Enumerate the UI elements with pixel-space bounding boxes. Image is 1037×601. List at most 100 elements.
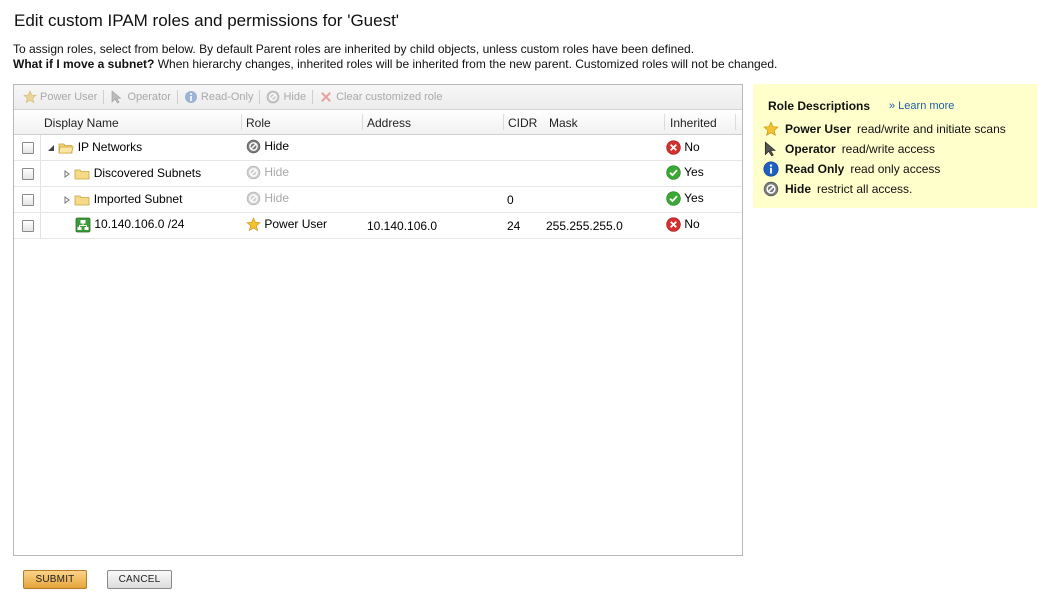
table-row[interactable]: Imported Subnet Hide 0 Yes — [14, 187, 742, 213]
hide-icon — [246, 192, 261, 206]
name-cell: IP Networks — [47, 140, 142, 155]
page-title: Edit custom IPAM roles and permissions f… — [14, 11, 400, 30]
row-cidr: 24 — [507, 219, 521, 233]
table-row[interactable]: 10.140.106.0 /24 Power User 10.140.106.0… — [14, 213, 742, 239]
toolbar-clear-button[interactable]: Clear customized role — [315, 90, 446, 104]
inherited-cell: No — [666, 217, 700, 233]
row-checkbox[interactable] — [22, 142, 34, 154]
cursor-icon — [764, 141, 776, 157]
toolbar-power-user-label: Power User — [40, 91, 98, 103]
expand-arrow-icon[interactable] — [63, 169, 71, 178]
intro-answer: When hierarchy changes, inherited roles … — [154, 57, 778, 71]
role-descriptions-title: Role Descriptions — [768, 99, 871, 113]
toolbar-clear-label: Clear customized role — [336, 91, 443, 103]
role-desc: read/write and initiate scans — [857, 122, 1006, 136]
table-row[interactable]: Discovered Subnets Hide Yes — [14, 161, 742, 187]
row-inherited: Yes — [684, 191, 704, 205]
star-icon — [763, 121, 779, 137]
toolbar-read-only-label: Read-Only — [200, 91, 254, 103]
intro-text: To assign roles, select from below. By d… — [13, 42, 777, 72]
role-cell[interactable]: Hide — [246, 139, 289, 154]
check-icon — [666, 191, 681, 207]
subnet-icon — [75, 217, 91, 233]
column-divider — [362, 114, 363, 130]
row-name: Discovered Subnets — [93, 166, 202, 180]
role-cell[interactable]: Hide — [246, 165, 289, 180]
role-desc-power-user: Power User read/write and initiate scans — [763, 121, 1006, 137]
inherited-cell: Yes — [666, 191, 704, 207]
row-checkbox[interactable] — [22, 168, 34, 180]
cursor-icon — [112, 90, 122, 104]
row-role: Hide — [264, 165, 290, 179]
table-row[interactable]: IP Networks Hide No — [14, 135, 742, 161]
role-descriptions-panel: Role Descriptions » Learn more Power Use… — [753, 84, 1037, 208]
col-address[interactable]: Address — [367, 116, 411, 130]
row-checkbox[interactable] — [22, 220, 34, 232]
role-cell[interactable]: Hide — [246, 191, 289, 206]
role-desc-operator: Operator read/write access — [763, 141, 935, 157]
star-icon — [23, 90, 37, 104]
clear-x-icon — [321, 92, 332, 102]
toolbar-hide-button[interactable]: Hide — [262, 90, 310, 104]
intro-question: What if I move a subnet? — [13, 57, 155, 71]
column-divider — [735, 114, 736, 130]
role-name: Read Only — [785, 162, 845, 176]
tree-line — [40, 213, 41, 238]
toolbar-read-only-button[interactable]: Read-Only — [180, 90, 258, 104]
col-role[interactable]: Role — [246, 116, 271, 130]
no-icon — [666, 217, 681, 233]
role-desc-read-only: Read Only read only access — [763, 161, 940, 177]
cancel-button[interactable]: CANCEL — [107, 570, 172, 589]
collapse-arrow-icon[interactable] — [47, 144, 55, 152]
row-inherited: Yes — [684, 165, 704, 179]
role-desc: read only access — [850, 162, 941, 176]
check-icon — [666, 165, 681, 181]
no-icon — [666, 140, 681, 156]
toolbar-power-user-button[interactable]: Power User — [19, 90, 101, 104]
folder-open-icon — [58, 143, 74, 154]
learn-more-link[interactable]: » Learn more — [889, 100, 954, 112]
col-cidr[interactable]: CIDR — [508, 116, 537, 130]
column-divider — [241, 114, 242, 130]
col-inherited[interactable]: Inherited — [670, 116, 717, 130]
toolbar-divider — [312, 90, 314, 104]
hide-icon — [246, 166, 261, 180]
toolbar-divider — [176, 90, 178, 104]
info-icon — [184, 91, 197, 103]
toolbar-operator-label: Operator — [127, 91, 171, 103]
role-name: Power User — [785, 122, 852, 136]
folder-icon — [74, 195, 90, 206]
role-name: Hide — [785, 182, 812, 196]
row-role: Power User — [264, 217, 328, 231]
row-role: Hide — [264, 139, 290, 153]
row-address: 10.140.106.0 — [367, 219, 438, 233]
row-name: IP Networks — [77, 140, 143, 154]
name-cell: Imported Subnet — [63, 192, 182, 207]
intro-line-1: To assign roles, select from below. By d… — [13, 42, 695, 56]
toolbar-operator-button[interactable]: Operator — [106, 90, 174, 104]
col-display-name[interactable]: Display Name — [44, 116, 119, 130]
expand-arrow-icon[interactable] — [63, 195, 71, 204]
name-cell: Discovered Subnets — [63, 166, 201, 181]
tree-line — [40, 161, 41, 186]
permissions-grid: Power User Operator Read-Only Hide Clear… — [13, 84, 743, 556]
tree-line — [40, 187, 41, 212]
row-name: Imported Subnet — [93, 192, 183, 206]
intro-line-2: What if I move a subnet? When hierarchy … — [13, 57, 777, 72]
hide-icon — [246, 140, 261, 154]
role-desc: read/write access — [841, 142, 936, 156]
row-inherited: No — [684, 140, 700, 154]
hide-icon — [763, 181, 779, 197]
row-checkbox[interactable] — [22, 194, 34, 206]
submit-button[interactable]: SUBMIT — [23, 570, 87, 589]
grid-header: Display Name Role Address CIDR Mask Inhe… — [14, 110, 742, 135]
info-icon — [763, 161, 779, 177]
row-mask: 255.255.255.0 — [546, 219, 623, 233]
row-inherited: No — [684, 217, 700, 231]
toolbar-divider — [103, 90, 105, 104]
col-mask[interactable]: Mask — [549, 116, 578, 130]
star-icon — [246, 217, 261, 232]
folder-icon — [74, 169, 90, 180]
hide-icon — [267, 90, 280, 104]
role-cell[interactable]: Power User — [246, 217, 327, 232]
